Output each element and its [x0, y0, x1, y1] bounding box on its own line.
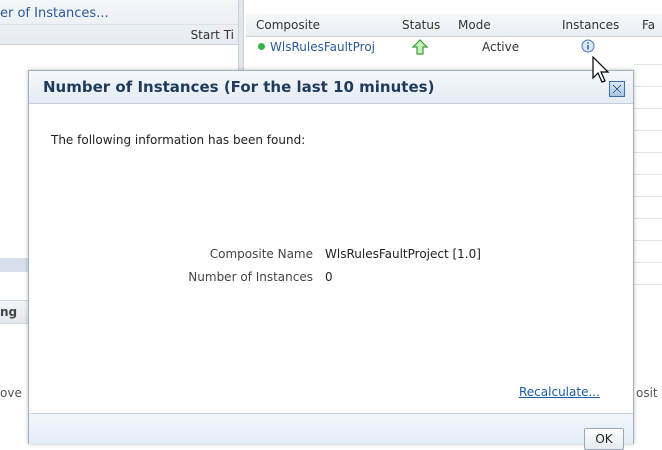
left-section-header-text: ng: [0, 305, 18, 319]
mouse-pointer-icon: [592, 55, 612, 87]
start-time-column-header[interactable]: Start Ti: [191, 28, 234, 42]
arrow-up-green-icon: [411, 38, 429, 59]
column-header-composite[interactable]: Composite: [256, 18, 320, 32]
recalculate-link[interactable]: Recalculate...: [519, 385, 600, 399]
left-fragment-text: ove: [0, 386, 22, 400]
composite-link[interactable]: WlsRulesFaultProj: [258, 40, 375, 54]
number-of-instances-value: 0: [325, 270, 333, 284]
left-panel-title-link[interactable]: er of Instances...: [0, 6, 109, 26]
right-fragment-text: osit: [636, 386, 658, 400]
left-section-header: ng: [0, 300, 28, 324]
column-header-status[interactable]: Status: [402, 18, 440, 32]
running-status-dot-icon: [258, 43, 265, 50]
info-icon[interactable]: [581, 39, 595, 56]
column-header-mode[interactable]: Mode: [458, 18, 491, 32]
number-of-instances-label: Number of Instances: [188, 270, 313, 284]
composite-name: WlsRulesFaultProj: [270, 40, 375, 54]
composite-name-value: WlsRulesFaultProject [1.0]: [325, 247, 481, 261]
info-message: The following information has been found…: [51, 133, 306, 147]
dialog-title: Number of Instances (For the last 10 min…: [43, 78, 435, 96]
number-of-instances-dialog: Number of Instances (For the last 10 min…: [28, 70, 634, 450]
mode-value: Active: [482, 40, 520, 54]
column-header-faults[interactable]: Fa: [642, 18, 655, 32]
left-panel-column-header: Start Ti: [0, 24, 238, 45]
composite-name-label: Composite Name: [209, 247, 313, 261]
background-table-rows: [634, 44, 662, 400]
ok-button[interactable]: OK: [584, 428, 624, 450]
left-panel-header: er of Instances... Start Ti: [0, 0, 238, 45]
dialog-footer: OK: [29, 413, 633, 450]
table-row[interactable]: WlsRulesFaultProj Active: [246, 37, 662, 57]
column-header-instances[interactable]: Instances: [562, 18, 619, 32]
selected-row-band: [0, 258, 28, 272]
table-header: Composite Status Mode Instances Fa: [246, 14, 662, 37]
dialog-header[interactable]: Number of Instances (For the last 10 min…: [29, 71, 633, 104]
